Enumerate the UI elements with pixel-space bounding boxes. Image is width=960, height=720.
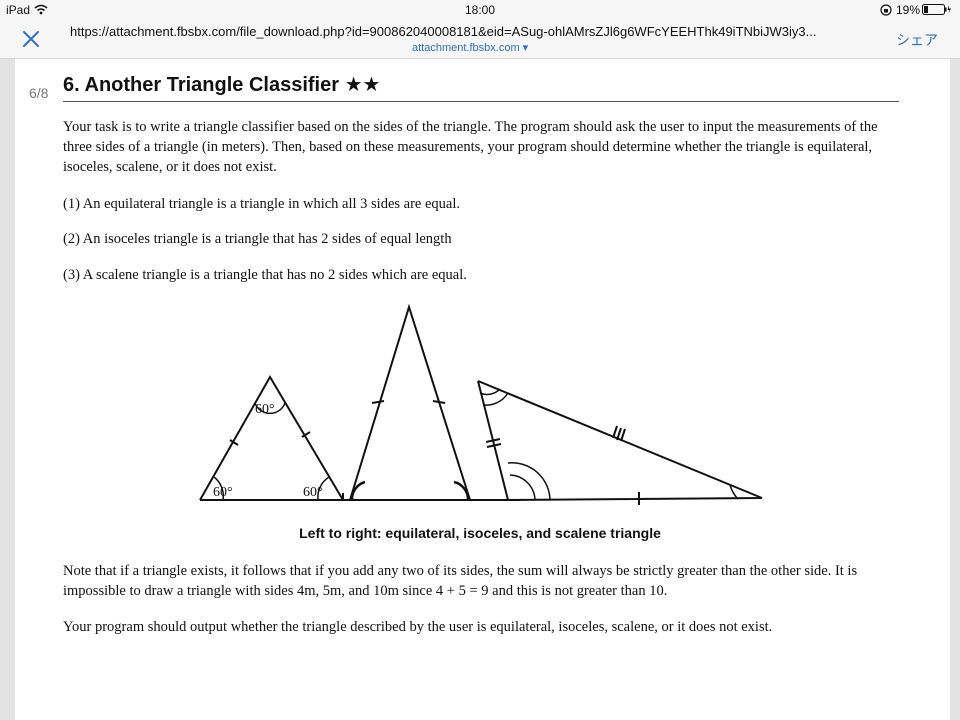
note-paragraph: Note that if a triangle exists, it follo… [63,563,858,599]
battery-percentage: 19% [896,3,921,17]
share-button[interactable]: シェア [896,30,938,50]
title-divider [63,101,899,102]
output-paragraph: Your program should output whether the t… [63,619,773,635]
close-icon [23,31,39,47]
definition-equilateral: (1) An equilateral triangle is a triangl… [63,196,461,212]
url-address[interactable]: https://attachment.fbsbx.com/file_downlo… [70,24,892,39]
rotation-lock-icon [880,4,892,16]
section-title: 6. Another Triangle Classifier ★★ [63,74,381,96]
scalene-triangle [477,380,763,505]
definition-scalene: (3) A scalene triangle is a triangle tha… [63,267,467,283]
angle-label-right: 60° [303,485,323,500]
status-time: 18:00 [464,3,496,17]
close-button[interactable] [18,26,44,52]
angle-label-top: 60° [255,402,275,417]
status-bar: iPad 18:00 19% [0,0,960,20]
intro-paragraph: Your task is to write a triangle classif… [63,119,878,175]
page-counter: 6/8 [29,85,49,101]
equilateral-triangle [199,375,520,501]
battery-icon [922,4,951,15]
triangles-figure: 60° 60° 60° [199,303,763,505]
figure-caption: Left to right: equilateral, isoceles, an… [299,525,661,541]
definition-isoceles: (2) An isoceles triangle is a triangle t… [63,231,452,247]
domain-label[interactable]: attachment.fbsbx.com ▾ [412,41,528,54]
angle-label-left: 60° [213,485,233,500]
isoceles-triangle [349,303,471,501]
navigation-bar: https://attachment.fbsbx.com/file_downlo… [0,20,960,59]
